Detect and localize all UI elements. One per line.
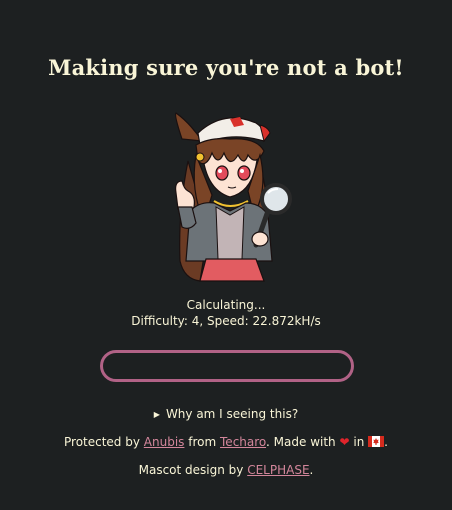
techaro-link[interactable]: Techaro [220,435,266,449]
why-disclosure[interactable]: ▶ Why am I seeing this? [0,407,452,421]
status-message: Calculating... [186,298,266,312]
footer-credits: Protected by Anubis from Techaro. Made w… [0,435,452,449]
why-label: Why am I seeing this? [165,407,299,421]
disclosure-triangle-icon: ▶ [153,410,160,419]
progress-bar [100,350,354,382]
celphase-link[interactable]: CELPHASE [247,463,309,477]
mascot-credits: Mascot design by CELPHASE. [0,463,452,477]
challenge-page: Making sure you're not a bot! Calculatin… [0,0,452,510]
status-details: Difficulty: 4, Speed: 22.872kH/s [131,314,321,328]
from-text: from [188,435,217,449]
made-with-text: . Made with [266,435,336,449]
anubis-mascot-image [175,112,292,282]
end-text: . [384,435,388,449]
mascot-end-text: . [309,463,314,477]
mascot-by-text: Mascot design by [138,463,244,477]
protected-by-text: Protected by [64,435,140,449]
heart-icon: ❤ [339,435,350,449]
in-text: in [353,435,365,449]
canada-flag-icon [368,436,385,447]
anubis-link[interactable]: Anubis [144,435,185,449]
page-title: Making sure you're not a bot! [48,55,404,80]
challenge-status: Calculating... Difficulty: 4, Speed: 22.… [0,297,452,329]
